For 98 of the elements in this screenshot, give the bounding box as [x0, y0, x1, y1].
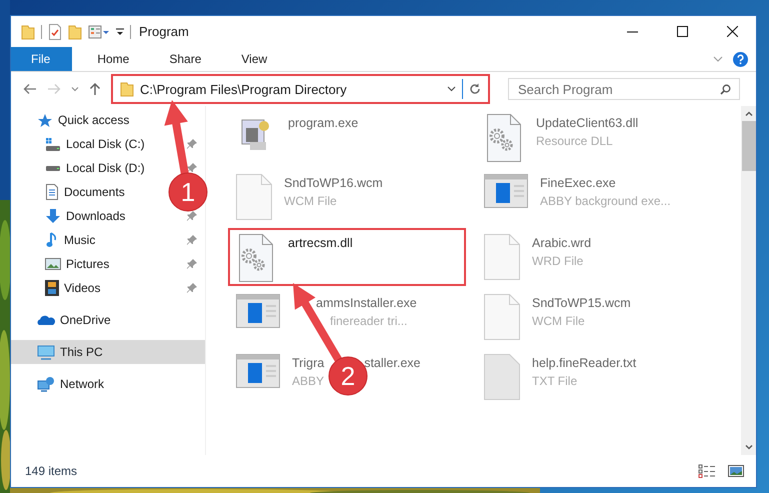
file-name: Arabic.wrd [532, 236, 592, 250]
item-count: 149 items [25, 464, 78, 478]
file-name: FineExec.exe [540, 176, 616, 190]
properties-icon[interactable] [88, 24, 110, 40]
sidebar-label: Quick access [58, 113, 130, 127]
drive-icon [45, 166, 61, 170]
pin-icon[interactable] [187, 211, 197, 221]
sidebar-item[interactable]: Quick access [11, 108, 205, 132]
cloud-icon [37, 314, 55, 326]
gears-file-icon [484, 114, 524, 162]
text-file-icon [484, 354, 520, 400]
sidebar-item[interactable]: OneDrive [11, 308, 205, 332]
back-arrow-icon[interactable] [23, 83, 37, 95]
sidebar-label: Music [64, 233, 96, 247]
document-icon [45, 184, 59, 200]
file-type: TXT File [532, 374, 578, 388]
sidebar-label: Downloads [66, 209, 126, 223]
sidebar-item[interactable]: Network [11, 372, 205, 396]
minimize-icon[interactable] [627, 30, 638, 32]
refresh-icon[interactable] [469, 83, 481, 95]
ribbon-tab[interactable]: Home [82, 47, 144, 71]
search-field[interactable]: Search Program [508, 78, 740, 100]
film-icon [45, 280, 59, 296]
file-type: Resource DLL [536, 134, 613, 148]
window-file-icon [484, 174, 528, 208]
file-item[interactable]: artrecsm.dll [228, 228, 466, 286]
callout-number: 1 [180, 177, 196, 207]
sidebar-label: Videos [64, 281, 102, 295]
sidebar-item[interactable]: Local Disk (D:) [11, 156, 205, 180]
sidebar-label: Network [60, 377, 106, 391]
ribbon-tab[interactable]: File [11, 47, 72, 71]
window-file-icon [236, 354, 280, 388]
blank-file-icon [484, 234, 520, 280]
dropdown-icon[interactable] [116, 28, 124, 36]
scroll-down-icon[interactable] [744, 445, 752, 450]
file-type: finereader tri... [330, 314, 408, 328]
pin-icon[interactable] [187, 163, 197, 173]
file-name: staller.exe [364, 356, 420, 370]
window-title: Program [138, 24, 189, 39]
pin-icon[interactable] [187, 283, 197, 293]
file-name: Trigra [292, 356, 324, 370]
drive-icon [45, 138, 61, 150]
scroll-thumb[interactable] [742, 121, 756, 171]
network-icon [37, 376, 55, 392]
file-name: UpdateClient63.dll [536, 116, 638, 130]
maximize-icon[interactable] [677, 26, 688, 37]
file-name: program.exe [288, 116, 358, 130]
pin-icon[interactable] [187, 235, 197, 245]
down-arrow-icon [45, 208, 61, 224]
address-path: C:\Program Files\Program Directory [140, 82, 348, 96]
sidebar-item[interactable]: Documents [11, 180, 133, 204]
file-type: ABBY background exe... [540, 194, 671, 208]
close-icon[interactable] [727, 26, 738, 37]
scrollbar[interactable] [741, 106, 756, 455]
details-view-icon[interactable] [698, 464, 716, 478]
ribbon-tab[interactable]: Share [154, 47, 216, 71]
gears-file-icon [236, 234, 276, 282]
file-name: SndToWP16.wcm [284, 176, 383, 190]
file-name: ammsInstaller.exe [316, 296, 417, 310]
file-type: WCM File [532, 314, 585, 328]
file-name: SndToWP15.wcm [532, 296, 631, 310]
address-bar[interactable]: C:\Program Files\Program Directory [115, 78, 486, 100]
sidebar-item[interactable]: This PC [11, 340, 205, 364]
sidebar-label: OneDrive [60, 313, 112, 327]
sidebar-item[interactable]: Music [11, 228, 205, 252]
blank-file-icon [236, 174, 272, 220]
file-name: artrecsm.dll [288, 236, 353, 250]
file-type: WCM File [284, 194, 337, 208]
large-icons-view-icon[interactable] [728, 464, 744, 478]
callout-number: 2 [340, 361, 356, 391]
music-note-icon [45, 232, 59, 248]
sidebar-label: Local Disk (C:) [66, 137, 146, 151]
search-icon [720, 84, 731, 95]
sidebar-label: This PC [60, 345, 104, 359]
file-name: help.fineReader.txt [532, 356, 636, 370]
up-arrow-icon[interactable] [89, 82, 101, 96]
sidebar-item[interactable]: Pictures [11, 252, 205, 276]
picture-icon [45, 257, 61, 271]
ribbon-tab[interactable]: View [226, 47, 282, 71]
window-file-icon [236, 294, 280, 328]
file-type: ABBY [292, 374, 324, 388]
checklist-icon[interactable] [48, 24, 62, 40]
star-icon [37, 112, 53, 128]
sidebar-item[interactable]: Videos [11, 276, 205, 300]
chevron-down-icon[interactable] [447, 86, 456, 92]
sidebar-item[interactable]: Downloads [11, 204, 205, 228]
blank-file-icon [484, 294, 520, 340]
folder-icon [120, 81, 134, 97]
sidebar-label: Local Disk (D:) [66, 161, 146, 175]
sidebar-item[interactable]: Local Disk (C:) [11, 132, 205, 156]
monitor-icon [37, 344, 55, 360]
pin-icon[interactable] [187, 259, 197, 269]
pin-icon[interactable] [187, 139, 197, 149]
file-type: WRD File [532, 254, 584, 268]
sidebar-label: Pictures [66, 257, 110, 271]
scroll-up-icon[interactable] [744, 111, 752, 116]
sidebar-label: Documents [64, 185, 125, 199]
help-icon[interactable] [733, 52, 748, 66]
